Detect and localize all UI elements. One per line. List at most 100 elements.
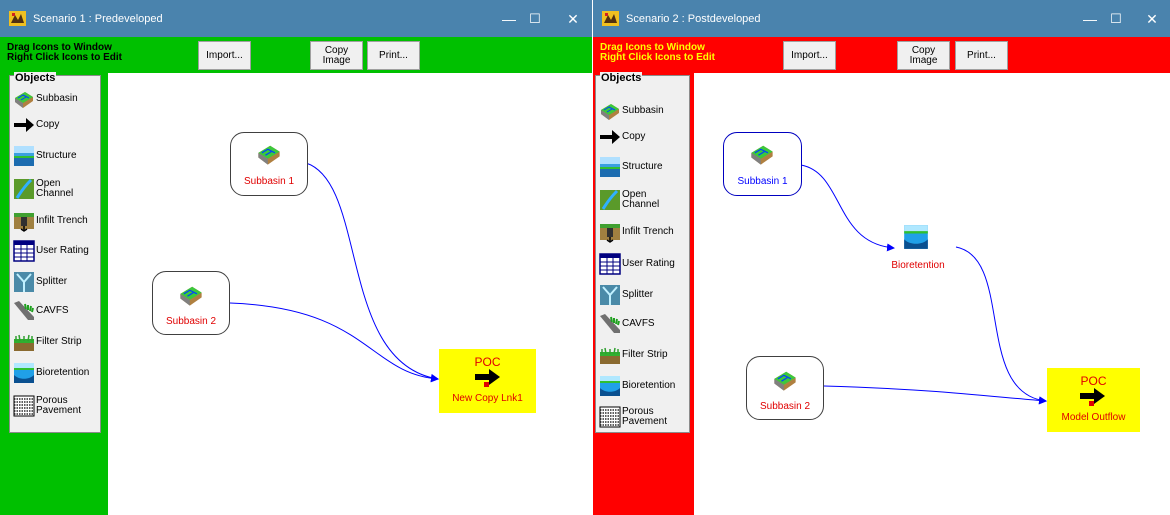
minimize-button[interactable]: —	[1078, 8, 1102, 30]
minimize-button[interactable]: —	[497, 8, 521, 30]
close-button[interactable]: ✕	[561, 8, 585, 30]
node-label: Subbasin 2	[165, 316, 217, 327]
poc-node[interactable]: POC New Copy Lnk1	[439, 349, 536, 413]
scenario-1-window: Scenario 1 : Predeveloped — ☐ ✕ Drag Ico…	[0, 0, 592, 515]
toolbar: Drag Icons to Window Right Click Icons t…	[593, 37, 1170, 73]
palette-label: Copy	[36, 119, 60, 130]
palette-label: Structure	[36, 150, 77, 161]
palette-item-cavfs[interactable]: CAVFS	[599, 311, 685, 337]
app-icon	[9, 11, 26, 26]
structure-icon	[599, 156, 621, 178]
copy-arrow-icon	[599, 126, 621, 148]
user-rating-icon	[13, 240, 35, 262]
palette-label: Bioretention	[622, 380, 676, 391]
bioretention-icon	[903, 224, 929, 250]
print-button[interactable]: Print...	[955, 41, 1008, 70]
objects-title: Objects	[600, 72, 643, 84]
bioretention-icon	[13, 362, 35, 384]
close-button[interactable]: ✕	[1140, 8, 1164, 30]
cavfs-icon	[599, 313, 621, 335]
objects-palette: Objects Subbasin Copy Structure Open Cha…	[9, 72, 101, 433]
palette-item-splitter[interactable]: Splitter	[13, 269, 99, 295]
palette-label: Structure	[622, 161, 663, 172]
palette-label: Filter Strip	[36, 336, 82, 347]
subbasin-icon	[256, 141, 282, 167]
palette-label: CAVFS	[622, 318, 655, 329]
copy-image-button[interactable]: Copy Image	[310, 41, 363, 70]
palette-item-cavfs[interactable]: CAVFS	[13, 298, 99, 324]
porous-pavement-icon	[13, 395, 35, 417]
node-label: Subbasin 1	[243, 176, 295, 187]
palette-label: Infilt Trench	[622, 226, 674, 237]
palette-item-user-rating[interactable]: User Rating	[599, 251, 685, 277]
palette-item-splitter[interactable]: Splitter	[599, 282, 685, 308]
palette-item-bioretention[interactable]: Bioretention	[13, 360, 99, 386]
node-label: Bioretention	[891, 260, 945, 271]
palette-item-user-rating[interactable]: User Rating	[13, 238, 99, 264]
bioretention-node[interactable]: Bioretention	[879, 224, 957, 271]
model-canvas[interactable]: Subbasin 1 Subbasin 2 POC New Copy Lnk1	[108, 73, 592, 515]
window-title: Scenario 1 : Predeveloped	[33, 13, 163, 25]
palette-label: CAVFS	[36, 305, 69, 316]
palette-item-copy[interactable]: Copy	[13, 112, 99, 138]
subbasin-icon	[749, 141, 775, 167]
title-bar[interactable]: Scenario 2 : Postdeveloped — ☐ ✕	[593, 0, 1170, 37]
palette-label: Splitter	[622, 289, 654, 300]
app-icon	[602, 11, 619, 26]
porous-pavement-icon	[599, 406, 621, 428]
objects-palette: Objects Subbasin Copy Structure Open Cha…	[595, 72, 690, 433]
palette-item-filter-strip[interactable]: Filter Strip	[599, 342, 685, 368]
palette-item-bioretention[interactable]: Bioretention	[599, 373, 685, 399]
link-subbasin-1-to-poc	[305, 162, 439, 382]
palette-item-structure[interactable]: Structure	[13, 143, 99, 169]
left-panel: Objects Subbasin Copy Structure Open Cha…	[0, 72, 108, 515]
palette-label: User Rating	[36, 245, 89, 256]
palette-item-structure[interactable]: Structure	[599, 154, 685, 180]
model-canvas[interactable]: Subbasin 1 Bioretention Subbasin 2 POC M…	[694, 73, 1170, 515]
subbasin-1-node[interactable]: Subbasin 1	[723, 132, 802, 196]
splitter-icon	[13, 271, 35, 293]
palette-label: Subbasin	[36, 93, 78, 104]
palette-label: Open Channel	[36, 178, 74, 199]
palette-item-open-channel[interactable]: Open Channel	[599, 187, 685, 213]
palette-item-porous-pavement[interactable]: Porous Pavement	[599, 404, 685, 430]
import-button[interactable]: Import...	[783, 41, 836, 70]
palette-label: User Rating	[622, 258, 675, 269]
title-bar[interactable]: Scenario 1 : Predeveloped — ☐ ✕	[0, 0, 592, 37]
copy-image-button[interactable]: Copy Image	[897, 41, 950, 70]
user-rating-icon	[599, 253, 621, 275]
subbasin-1-node[interactable]: Subbasin 1	[230, 132, 308, 196]
maximize-button[interactable]: ☐	[1104, 8, 1128, 30]
left-panel: Objects Subbasin Copy Structure Open Cha…	[593, 72, 694, 515]
filter-strip-icon	[599, 344, 621, 366]
palette-item-infilt-trench[interactable]: Infilt Trench	[599, 219, 685, 245]
copy-arrow-icon	[1080, 388, 1105, 406]
maximize-button[interactable]: ☐	[523, 8, 547, 30]
subbasin-2-node[interactable]: Subbasin 2	[152, 271, 230, 335]
link-subbasin-2-to-poc	[823, 385, 1047, 405]
window-title: Scenario 2 : Postdeveloped	[626, 13, 761, 25]
palette-item-subbasin[interactable]: Subbasin	[599, 98, 685, 124]
palette-item-filter-strip[interactable]: Filter Strip	[13, 329, 99, 355]
palette-item-open-channel[interactable]: Open Channel	[13, 176, 99, 202]
print-button[interactable]: Print...	[367, 41, 420, 70]
poc-label: Model Outflow	[1061, 412, 1126, 423]
subbasin-icon	[772, 367, 798, 393]
palette-item-copy[interactable]: Copy	[599, 124, 685, 150]
infilt-trench-icon	[599, 221, 621, 243]
palette-item-infilt-trench[interactable]: Infilt Trench	[13, 208, 99, 234]
scenario-2-window: Scenario 2 : Postdeveloped — ☐ ✕ Drag Ic…	[593, 0, 1170, 515]
copy-arrow-icon	[475, 369, 500, 387]
palette-label: Porous Pavement	[36, 395, 82, 416]
filter-strip-icon	[13, 331, 35, 353]
poc-node[interactable]: POC Model Outflow	[1047, 368, 1140, 432]
palette-item-porous-pavement[interactable]: Porous Pavement	[13, 393, 99, 419]
import-button[interactable]: Import...	[198, 41, 251, 70]
subbasin-icon	[178, 282, 204, 308]
palette-item-subbasin[interactable]: Subbasin	[13, 86, 99, 112]
palette-label: Copy	[622, 131, 646, 142]
hint-line-2: Right Click Icons to Edit	[7, 52, 123, 63]
toolbar: Drag Icons to Window Right Click Icons t…	[0, 37, 592, 73]
subbasin-2-node[interactable]: Subbasin 2	[746, 356, 824, 420]
link-subbasin-2-to-poc	[229, 302, 439, 383]
